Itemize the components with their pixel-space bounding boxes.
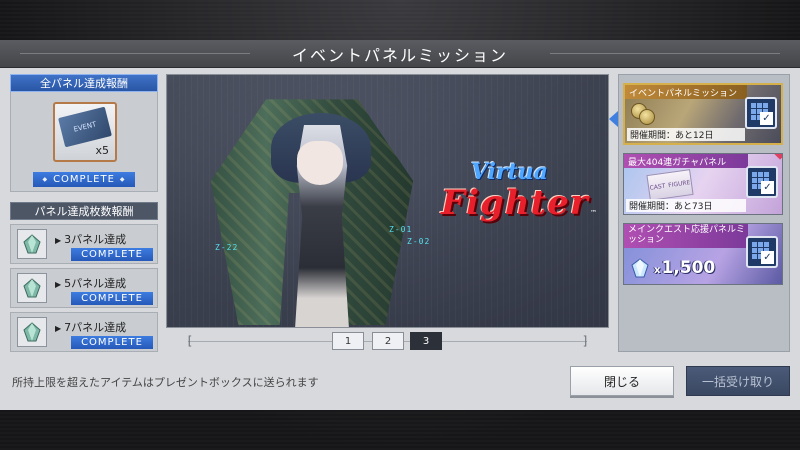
mission-list: イベントパネルミッション 開催期間：あと12日 ✓ 最大404連ガチャパネル C… xyxy=(609,74,790,352)
reward-quantity: x5 xyxy=(95,144,109,157)
event-panel-mission-dialog: イベントパネルミッション 全パネル達成報酬 EVENT x5 ◆ COMPLET… xyxy=(0,40,800,410)
virtua-fighter-logo: Virtua Fighter ™ xyxy=(437,153,597,233)
dialog-title: イベントパネルミッション xyxy=(0,40,800,68)
mission-period: 開催期間：あと73日 xyxy=(626,199,746,212)
logo-bottom-text: Fighter xyxy=(441,183,589,223)
rewards-column: 全パネル達成報酬 EVENT x5 ◆ COMPLETE ◆ パネル達成枚数報酬… xyxy=(10,74,158,352)
panel-count-reward-row[interactable]: ▶ 5パネル達成 COMPLETE xyxy=(10,268,158,308)
logo-trademark: ™ xyxy=(590,209,597,217)
event-ticket-label: EVENT xyxy=(58,106,112,148)
complete-badge: COMPLETE xyxy=(71,336,153,349)
gem-amount: x1,500 xyxy=(654,258,716,278)
mission-title: メインクエスト応援パネルミッション xyxy=(624,224,748,248)
triangle-right-icon: ▶ xyxy=(55,280,62,289)
all-panel-reward-box[interactable]: EVENT x5 ◆ COMPLETE ◆ xyxy=(10,92,158,192)
mission-title: 最大404連ガチャパネル xyxy=(624,154,748,168)
crystal-icon xyxy=(17,317,47,347)
glow-label: Z-01 xyxy=(389,225,413,234)
mission-period: 開催期間：あと12日 xyxy=(627,128,745,141)
selection-arrow-icon xyxy=(609,111,618,127)
pager-bracket-right: ] xyxy=(581,334,589,348)
complete-label: COMPLETE xyxy=(53,174,115,185)
panel-grid-check-icon: ✓ xyxy=(745,97,777,129)
overflow-notice: 所持上限を超えたアイテムはプレゼントボックスに送られます xyxy=(12,376,319,389)
diamond-icon: ◆ xyxy=(119,176,126,183)
mission-title: イベントパネルミッション xyxy=(625,85,747,99)
mission-banner-image: Z-22 Z-01 Z-02 Virtua Fighter ™ xyxy=(166,74,609,328)
row-label: 5パネル達成 xyxy=(64,277,127,290)
gem-icon xyxy=(631,258,649,278)
panel-count-reward-section: パネル達成枚数報酬 ▶ 3パネル達成 COMPLETE ▶ 5パネル達成 COMPL… xyxy=(10,202,158,352)
diamond-icon: ◆ xyxy=(42,176,49,183)
character-face xyxy=(297,141,343,185)
banner-pager: [ ] 1 2 3 xyxy=(166,330,609,352)
coin-icon xyxy=(631,103,659,127)
complete-badge: COMPLETE xyxy=(71,292,153,305)
row-label: 3パネル達成 xyxy=(64,233,127,246)
gacha-ticket-icon: CAST FIGURE xyxy=(646,169,694,201)
claim-all-button[interactable]: 一括受け取り xyxy=(686,366,790,396)
all-panel-reward-header: 全パネル達成報酬 xyxy=(10,74,158,92)
mission-card-gacha-panel[interactable]: 最大404連ガチャパネル CAST FIGURE 開催期間：あと73日 ✓ xyxy=(623,153,783,215)
panel-count-reward-row[interactable]: ▶ 7パネル達成 COMPLETE xyxy=(10,312,158,352)
complete-badge: COMPLETE xyxy=(71,248,153,261)
close-button[interactable]: 閉じる xyxy=(570,366,674,396)
row-label: 7パネル達成 xyxy=(64,321,127,334)
page-button-3[interactable]: 3 xyxy=(410,332,442,350)
logo-top-text: Virtua xyxy=(471,159,549,185)
triangle-right-icon: ▶ xyxy=(55,236,62,245)
mission-card-event-panel[interactable]: イベントパネルミッション 開催期間：あと12日 ✓ xyxy=(623,83,783,145)
panel-grid-check-icon: ✓ xyxy=(746,166,778,198)
mission-card-main-quest-panel[interactable]: メインクエスト応援パネルミッション x1,500 ✓ xyxy=(623,223,783,285)
triangle-right-icon: ▶ xyxy=(55,324,62,333)
crystal-icon xyxy=(17,273,47,303)
panel-grid-check-icon: ✓ xyxy=(746,236,778,268)
ticket-text: CAST xyxy=(649,182,666,192)
glow-label: Z-02 xyxy=(407,237,431,246)
panel-count-reward-header: パネル達成枚数報酬 xyxy=(10,202,158,220)
notification-badge-icon xyxy=(774,154,782,160)
pager-bracket-left: [ xyxy=(186,334,194,348)
panel-count-reward-row[interactable]: ▶ 3パネル達成 COMPLETE xyxy=(10,224,158,264)
crystal-icon xyxy=(17,229,47,259)
glow-label: Z-22 xyxy=(215,243,239,252)
event-ticket-icon: EVENT x5 xyxy=(53,102,117,162)
complete-badge: ◆ COMPLETE ◆ xyxy=(33,172,135,187)
page-button-2[interactable]: 2 xyxy=(372,332,404,350)
ticket-text: FIGURE xyxy=(667,178,691,189)
page-button-1[interactable]: 1 xyxy=(332,332,364,350)
